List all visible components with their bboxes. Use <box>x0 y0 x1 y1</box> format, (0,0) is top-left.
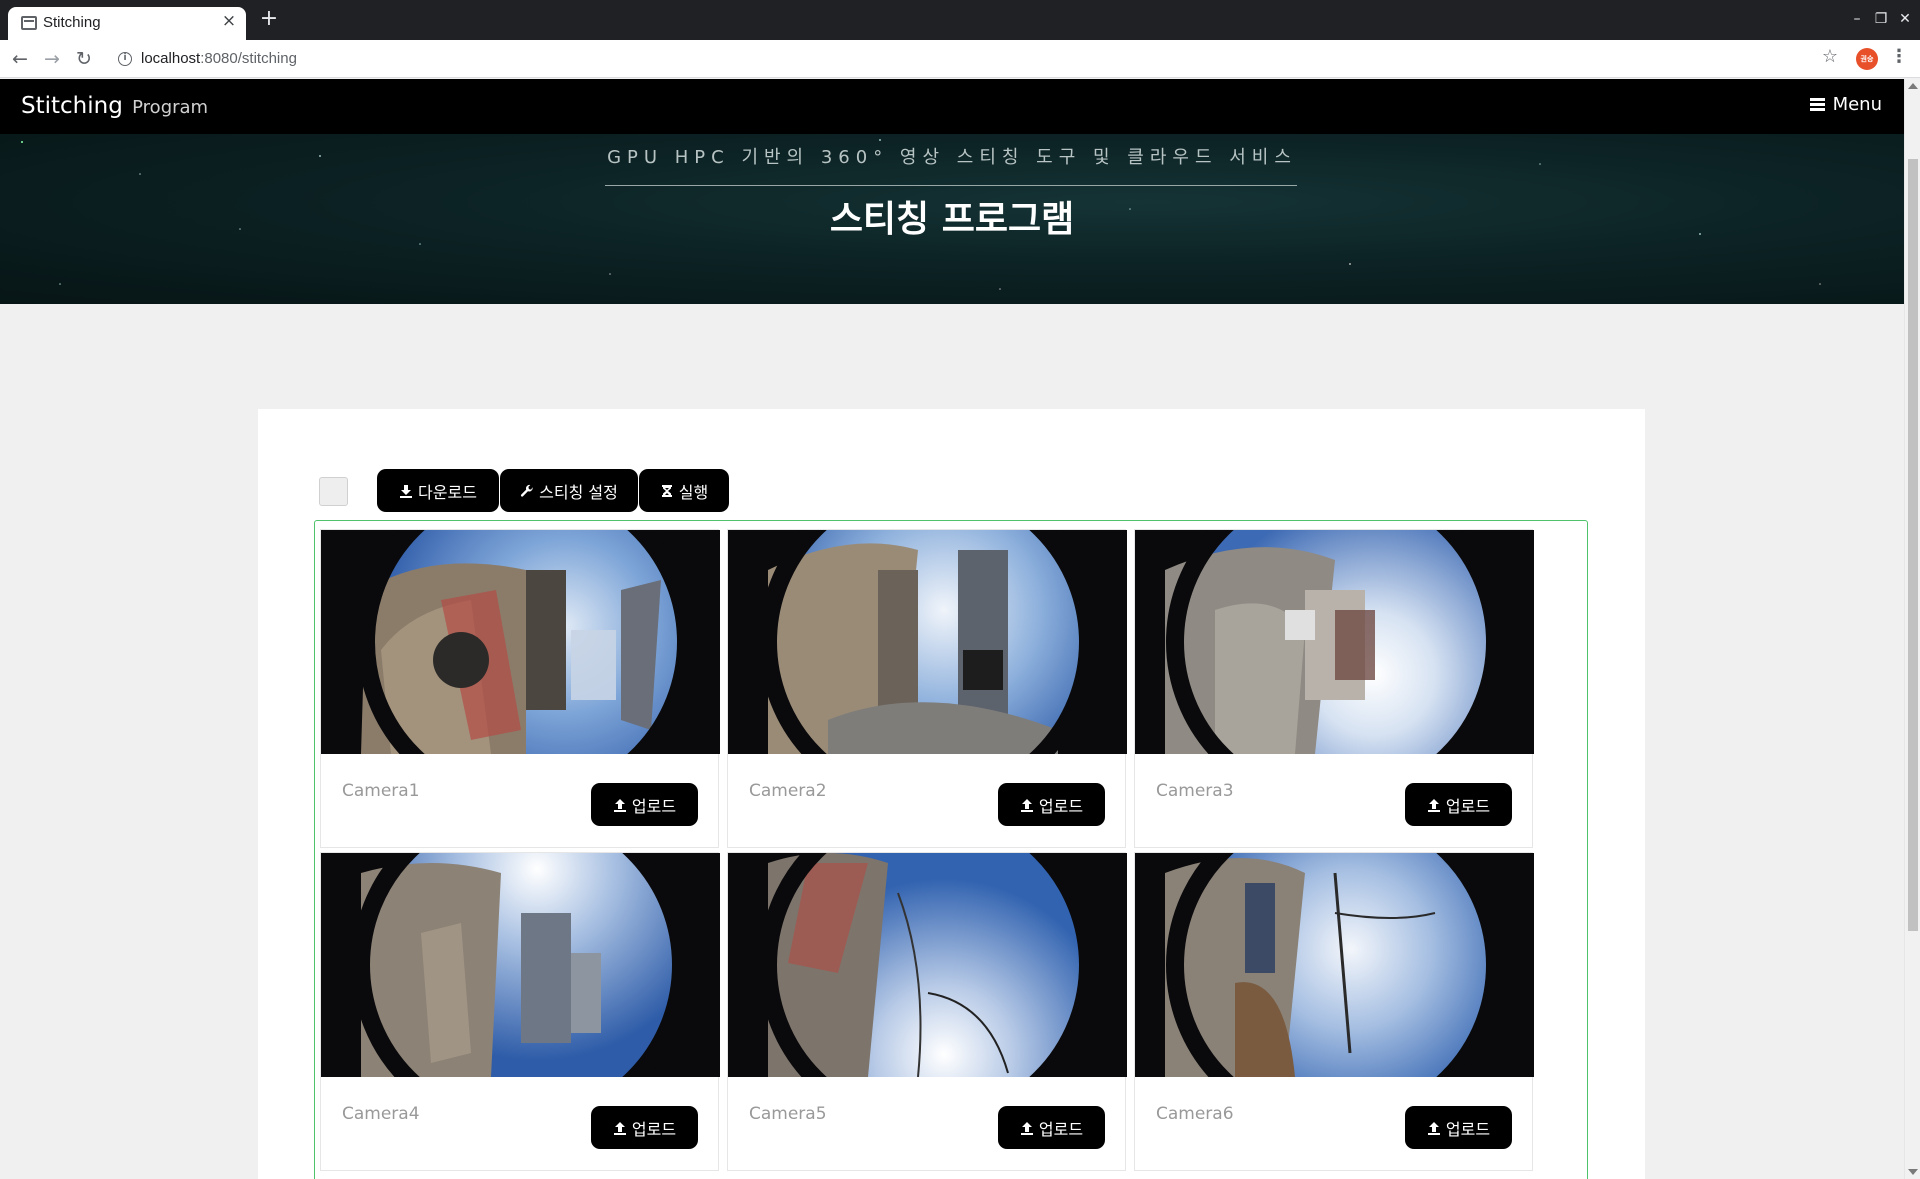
wrench-icon <box>521 484 533 497</box>
upload-button-camera6[interactable]: 업로드 <box>1405 1106 1512 1149</box>
select-all-checkbox[interactable] <box>319 477 348 506</box>
site-navbar: Stitching Program Menu <box>0 79 1904 134</box>
camera-card: Camera1 업로드 <box>320 529 720 848</box>
camera-card: Camera2 업로드 <box>727 529 1127 848</box>
camera-label: Camera5 <box>749 1104 827 1124</box>
camera-label: Camera3 <box>1156 781 1234 801</box>
camera-label: Camera1 <box>342 781 420 801</box>
hero-divider <box>605 185 1297 186</box>
close-tab-icon[interactable]: × <box>220 12 238 30</box>
scroll-down-icon[interactable] <box>1908 1169 1918 1175</box>
upload-icon <box>613 1121 626 1135</box>
hero-subheading: GPU HPC 기반의 360° 영상 스티칭 도구 및 클라우드 서비스 <box>607 147 1297 168</box>
fisheye-image <box>1135 530 1534 754</box>
camera-card: Camera5 업로드 <box>727 852 1127 1171</box>
back-icon[interactable]: ← <box>7 46 33 72</box>
run-button[interactable]: 실행 <box>639 469 729 512</box>
upload-label: 업로드 <box>631 1119 677 1139</box>
page-scrollbar[interactable] <box>1904 79 1920 1179</box>
browser-tabstrip: Stitching × + – ❐ ✕ <box>0 0 1920 40</box>
close-window-icon[interactable]: ✕ <box>1898 10 1912 28</box>
hamburger-icon <box>1809 98 1825 111</box>
hero-heading: 스티칭 프로그램 <box>829 199 1075 240</box>
bookmark-star-icon[interactable]: ☆ <box>1822 46 1838 67</box>
restore-icon[interactable]: ❐ <box>1874 10 1888 28</box>
fisheye-image <box>1135 853 1534 1077</box>
fisheye-image <box>728 530 1127 754</box>
brand-sub: Program <box>132 97 209 118</box>
camera-label: Camera6 <box>1156 1104 1234 1124</box>
download-label: 다운로드 <box>418 482 477 502</box>
scrollbar-thumb[interactable] <box>1908 159 1918 931</box>
action-bar: 다운로드 스티칭 설정 실행 <box>377 469 730 512</box>
camera-label: Camera2 <box>749 781 827 801</box>
camera-card: Camera3 업로드 <box>1134 529 1534 848</box>
fisheye-image <box>728 853 1127 1077</box>
upload-icon <box>1427 1121 1440 1135</box>
hourglass-icon <box>661 484 672 497</box>
minimize-icon[interactable]: – <box>1850 10 1864 28</box>
hero-banner: GPU HPC 기반의 360° 영상 스티칭 도구 및 클라우드 서비스 스티… <box>0 134 1904 304</box>
menu-label: Menu <box>1832 94 1882 115</box>
address-bar[interactable]: i localhost:8080/stitching <box>112 45 1832 73</box>
reload-icon[interactable]: ↻ <box>71 46 97 72</box>
upload-button-camera3[interactable]: 업로드 <box>1405 783 1512 826</box>
download-icon <box>400 484 413 498</box>
more-menu-icon[interactable]: ⋮ <box>1890 46 1908 67</box>
upload-button-camera5[interactable]: 업로드 <box>998 1106 1105 1149</box>
upload-icon <box>1020 798 1033 812</box>
upload-icon <box>1427 798 1440 812</box>
window-controls: – ❐ ✕ <box>1850 10 1912 32</box>
stitching-panel: 다운로드 스티칭 설정 실행 Camera1 업로드 Camera2 업로드 C… <box>258 409 1645 1179</box>
upload-button-camera2[interactable]: 업로드 <box>998 783 1105 826</box>
new-tab-button[interactable]: + <box>258 8 280 30</box>
stitching-settings-label: 스티칭 설정 <box>539 482 618 502</box>
fisheye-image <box>321 530 720 754</box>
page-icon <box>21 16 37 30</box>
camera-card: Camera6 업로드 <box>1134 852 1534 1171</box>
upload-button-camera1[interactable]: 업로드 <box>591 783 698 826</box>
upload-icon <box>613 798 626 812</box>
page-viewport: Stitching Program Menu GPU HPC 기반의 360° … <box>0 79 1904 1179</box>
forward-icon[interactable]: → <box>39 46 65 72</box>
upload-label: 업로드 <box>1038 1119 1084 1139</box>
browser-tab[interactable]: Stitching × <box>8 7 246 40</box>
upload-button-camera4[interactable]: 업로드 <box>591 1106 698 1149</box>
info-icon[interactable]: i <box>118 52 132 66</box>
profile-avatar[interactable]: 권승 <box>1856 48 1878 70</box>
site-brand[interactable]: Stitching Program <box>21 93 208 119</box>
camera-gallery: Camera1 업로드 Camera2 업로드 Camera3 업로드 Came… <box>314 520 1588 1179</box>
stitching-settings-button[interactable]: 스티칭 설정 <box>500 469 638 512</box>
fisheye-image <box>321 853 720 1077</box>
tab-title: Stitching <box>43 14 101 31</box>
url-text: localhost:8080/stitching <box>141 50 297 67</box>
scroll-up-icon[interactable] <box>1908 83 1918 89</box>
upload-label: 업로드 <box>631 796 677 816</box>
upload-icon <box>1020 1121 1033 1135</box>
camera-card: Camera4 업로드 <box>320 852 720 1171</box>
upload-label: 업로드 <box>1038 796 1084 816</box>
menu-button[interactable]: Menu <box>1809 94 1882 115</box>
upload-label: 업로드 <box>1445 1119 1491 1139</box>
camera-label: Camera4 <box>342 1104 420 1124</box>
run-label: 실행 <box>678 482 709 502</box>
download-button[interactable]: 다운로드 <box>377 469 499 512</box>
brand-main: Stitching <box>21 93 123 119</box>
upload-label: 업로드 <box>1445 796 1491 816</box>
browser-toolbar: ← → ↻ i localhost:8080/stitching <box>0 40 1920 78</box>
